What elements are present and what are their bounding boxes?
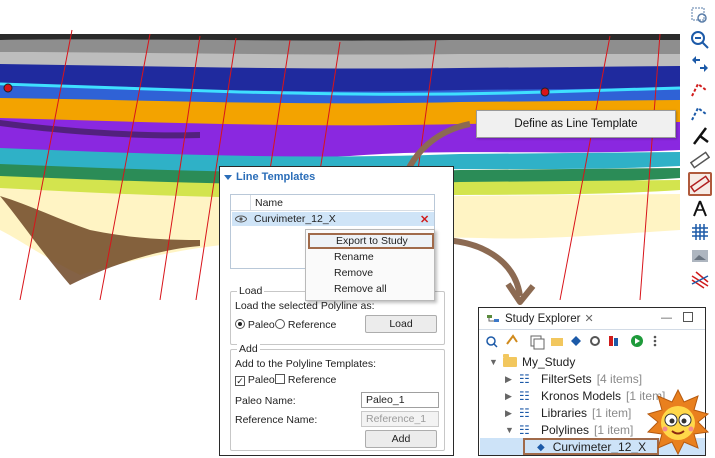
folder-icon: [503, 354, 517, 367]
list-icon: ☷: [519, 372, 530, 386]
horizons-icon[interactable]: [688, 268, 712, 292]
tree-item-polylines[interactable]: ▼ ☷ Polylines [1 item]: [505, 422, 633, 438]
minimize-icon[interactable]: —: [661, 312, 672, 324]
radio-reference-label: Reference: [287, 319, 337, 331]
collapse-icon[interactable]: [224, 174, 232, 180]
collapse-arrow-icon[interactable]: ▶: [505, 408, 519, 419]
checkbox-paleo-label: Paleo: [247, 374, 275, 386]
radio-paleo[interactable]: Paleo: [235, 319, 275, 331]
study-explorer-tab[interactable]: Study Explorer ✕ —: [479, 308, 705, 330]
tree-item-count: [4 items]: [596, 372, 643, 386]
checkbox-reference[interactable]: Reference: [275, 374, 336, 386]
menu-item-remove-all[interactable]: Remove all: [308, 281, 434, 297]
eye-icon[interactable]: [232, 215, 250, 223]
radio-reference[interactable]: Reference: [275, 319, 336, 331]
delete-icon[interactable]: ✕: [420, 213, 434, 226]
ruler-icon[interactable]: [688, 148, 712, 172]
collapse-arrow-icon[interactable]: ▶: [505, 391, 519, 402]
image-icon[interactable]: [688, 244, 712, 268]
tree-item-libraries[interactable]: ▶ ☷ Libraries [1 item]: [505, 405, 631, 421]
reference-name-label: Reference Name:: [235, 414, 318, 426]
expand-arrow-icon[interactable]: ▼: [505, 425, 519, 435]
study-explorer-title: Study Explorer: [505, 312, 581, 325]
panel-title: Line Templates: [236, 171, 316, 183]
tree-item-label: Kronos Models: [541, 389, 622, 403]
tree-item-label: Polylines: [541, 423, 590, 437]
collapse-arrow-icon[interactable]: ▶: [505, 374, 519, 385]
radio-paleo-indicator[interactable]: [235, 319, 245, 329]
load-hint: Load the selected Polyline as:: [235, 300, 375, 312]
zoom-out-icon[interactable]: [688, 28, 712, 52]
fit-extent-icon[interactable]: [688, 52, 712, 76]
maximize-icon[interactable]: [683, 312, 693, 322]
column-header-name[interactable]: Name: [251, 195, 283, 210]
explorer-icon: [487, 314, 499, 322]
context-menu: Export to Study Rename Remove Remove all: [305, 229, 435, 301]
selection-outline: [523, 438, 659, 455]
template-name: Curvimeter_12_X: [254, 213, 336, 225]
checkbox-reference-box[interactable]: [275, 374, 285, 384]
zoom-area-icon[interactable]: [688, 4, 712, 28]
curvimeter-icon[interactable]: [688, 172, 712, 196]
tree-item-count: [1 item]: [592, 406, 632, 420]
tree-item-count: [1 item]: [594, 423, 634, 437]
sun-mascot-icon: [646, 388, 710, 456]
define-line-template-button[interactable]: Define as Line Template: [476, 110, 676, 138]
tree-item-filtersets[interactable]: ▶ ☷ FilterSets [4 items]: [505, 371, 642, 387]
tree-root[interactable]: ▼ My_Study: [489, 354, 575, 370]
root-label: My_Study: [522, 355, 576, 369]
menu-item-remove[interactable]: Remove: [308, 265, 434, 281]
vertical-toolbar: [684, 0, 715, 300]
radio-paleo-label: Paleo: [247, 319, 275, 331]
menu-item-export-to-study[interactable]: Export to Study: [308, 233, 434, 249]
red-polyline-icon[interactable]: [688, 76, 712, 100]
checkbox-reference-label: Reference: [287, 374, 337, 386]
paleo-name-field[interactable]: Paleo_1: [361, 392, 439, 408]
add-hint: Add to the Polyline Templates:: [235, 358, 377, 370]
grid-icon[interactable]: [688, 220, 712, 244]
menu-item-rename[interactable]: Rename: [308, 249, 434, 265]
expand-arrow-icon[interactable]: ▼: [489, 357, 503, 367]
radio-reference-indicator[interactable]: [275, 319, 285, 329]
table-row[interactable]: Curvimeter_12_X ✕: [232, 212, 434, 226]
reference-name-field[interactable]: Reference_1: [361, 411, 439, 427]
checkbox-paleo-box[interactable]: ✓: [235, 376, 245, 386]
load-group-title: Load: [237, 285, 265, 297]
blue-polyline-icon[interactable]: [688, 100, 712, 124]
list-icon: ☷: [519, 389, 530, 403]
paleo-name-label: Paleo Name:: [235, 395, 296, 407]
add-group: Add Add to the Polyline Templates: ✓ Pal…: [230, 343, 445, 451]
panel-header[interactable]: Line Templates: [224, 171, 315, 183]
compass-icon[interactable]: [688, 196, 712, 220]
explorer-toolbar: [479, 332, 705, 352]
tree-item-label: Libraries: [541, 406, 588, 420]
list-icon: ☷: [519, 423, 530, 437]
close-tab-icon[interactable]: ✕: [584, 312, 593, 325]
add-button[interactable]: Add: [365, 430, 437, 448]
fault-tool-icon[interactable]: [688, 124, 712, 148]
tree-item-label: FilterSets: [541, 372, 592, 386]
list-icon: ☷: [519, 406, 530, 420]
checkbox-paleo[interactable]: ✓ Paleo: [235, 374, 275, 386]
tree-item-kronos-models[interactable]: ▶ ☷ Kronos Models [1 item]: [505, 388, 665, 404]
load-button[interactable]: Load: [365, 315, 437, 333]
line-templates-panel: Line Templates Name Curvimeter_12_X ✕ Lo…: [219, 166, 454, 456]
add-group-title: Add: [237, 343, 260, 355]
